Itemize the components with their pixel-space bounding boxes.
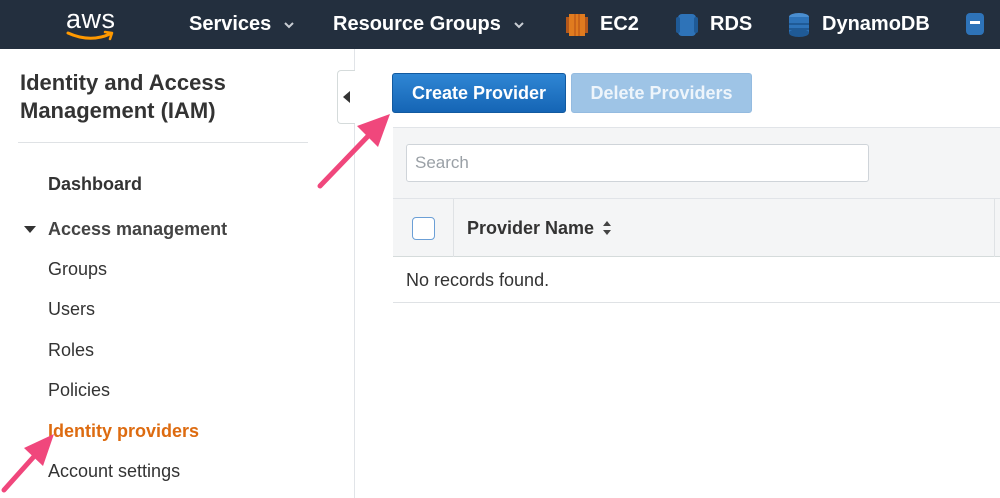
rds-label: RDS bbox=[710, 13, 753, 35]
access-management-label: Access management bbox=[48, 219, 228, 239]
sidebar-item-users[interactable]: Users bbox=[48, 299, 95, 320]
sidebar-item-policies[interactable]: Policies bbox=[48, 380, 110, 401]
collapse-left-icon bbox=[342, 91, 350, 103]
aws-logo[interactable]: aws bbox=[62, 4, 122, 42]
sidebar-item-identity-providers[interactable]: Identity providers bbox=[48, 421, 199, 442]
sidebar-item-roles[interactable]: Roles bbox=[48, 340, 94, 361]
chevron-down-icon bbox=[284, 21, 295, 28]
create-provider-button[interactable]: Create Provider bbox=[392, 73, 566, 113]
search-input[interactable] bbox=[406, 144, 869, 182]
empty-table-row: No records found. bbox=[393, 257, 1000, 303]
column-divider bbox=[994, 199, 995, 257]
services-menu[interactable]: Services bbox=[189, 0, 295, 49]
rds-icon bbox=[676, 13, 698, 36]
annotation-arrow-identity-providers bbox=[1, 434, 54, 493]
search-bar bbox=[393, 128, 1000, 198]
top-navigation-bar: aws Services Resource Groups EC2 RDS Dyn… bbox=[0, 0, 1000, 49]
dynamodb-icon bbox=[789, 12, 809, 37]
caret-down-icon bbox=[24, 225, 36, 233]
delete-providers-button[interactable]: Delete Providers bbox=[571, 73, 752, 113]
select-all-cell bbox=[393, 199, 454, 257]
sort-icon bbox=[603, 221, 612, 235]
service-overflow-icon[interactable] bbox=[962, 11, 988, 37]
rds-shortcut[interactable]: RDS bbox=[676, 0, 752, 49]
empty-state-text: No records found. bbox=[406, 270, 550, 290]
sidebar-title: Identity and Access Management (IAM) bbox=[20, 70, 226, 123]
sidebar-item-account-settings[interactable]: Account settings bbox=[48, 461, 180, 482]
annotation-arrow-create-provider bbox=[317, 114, 390, 189]
ec2-shortcut[interactable]: EC2 bbox=[566, 0, 639, 49]
resource-groups-menu[interactable]: Resource Groups bbox=[333, 0, 525, 49]
sidebar-item-groups[interactable]: Groups bbox=[48, 259, 107, 280]
select-all-checkbox[interactable] bbox=[412, 217, 435, 240]
services-menu-label: Services bbox=[189, 13, 272, 35]
access-management-section[interactable]: Access management bbox=[24, 219, 227, 240]
providers-table: Provider Name No records found. bbox=[393, 127, 1000, 303]
chevron-down-icon bbox=[514, 21, 524, 28]
dynamodb-label: DynamoDB bbox=[822, 13, 930, 35]
sidebar-divider bbox=[18, 142, 308, 143]
ec2-label: EC2 bbox=[600, 13, 639, 35]
provider-name-header-label: Provider Name bbox=[467, 217, 595, 238]
dynamodb-shortcut[interactable]: DynamoDB bbox=[788, 0, 930, 49]
aws-smile-icon bbox=[66, 30, 114, 41]
sidebar-item-dashboard[interactable]: Dashboard bbox=[48, 174, 142, 195]
provider-name-column-header[interactable]: Provider Name bbox=[467, 199, 612, 257]
table-header: Provider Name bbox=[393, 198, 1000, 257]
resource-groups-label: Resource Groups bbox=[333, 13, 501, 35]
ec2-icon bbox=[566, 13, 588, 36]
